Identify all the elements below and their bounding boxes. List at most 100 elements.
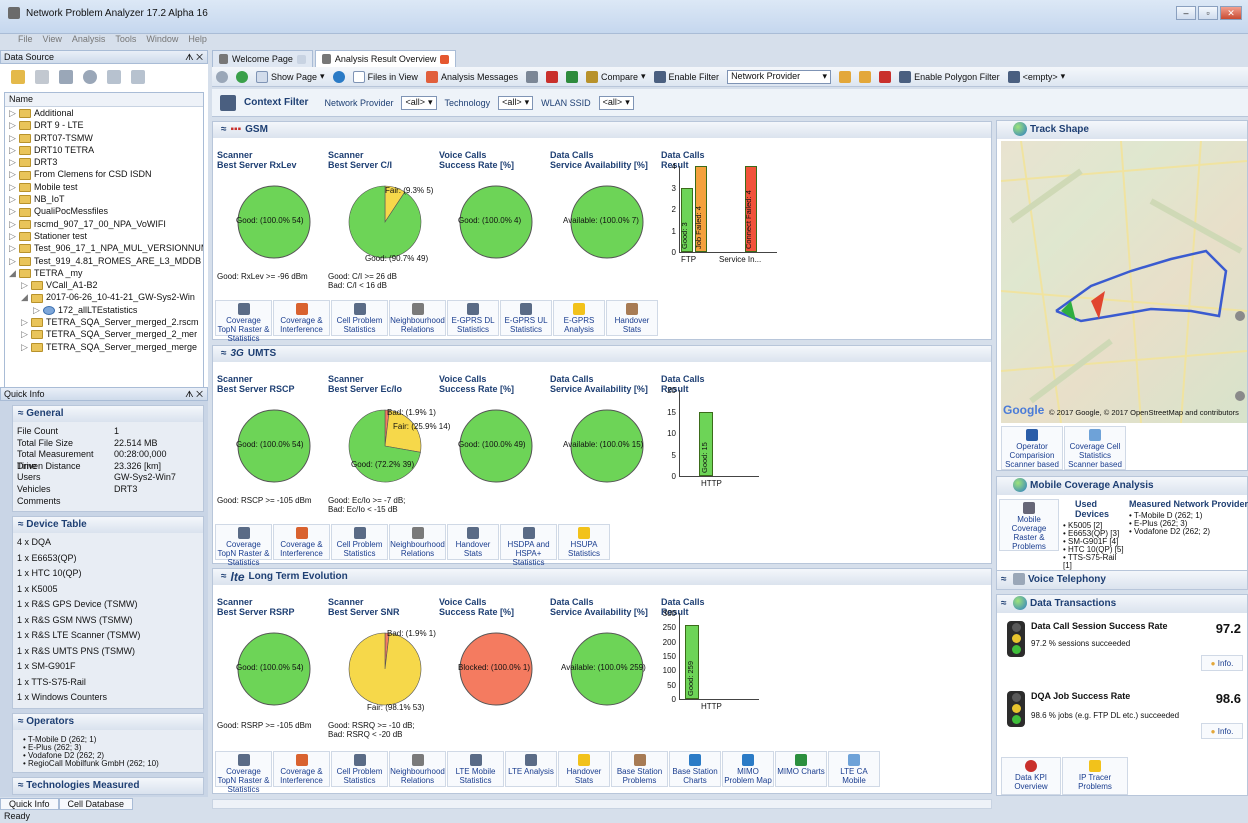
analysis-button[interactable]: Neighbourhood Relations [389, 751, 446, 787]
tab-welcome-page[interactable]: Welcome Page [212, 50, 313, 67]
analysis-button[interactable]: Cell Problem Statistics [331, 751, 388, 787]
analysis-button[interactable]: Base Station Charts [669, 751, 721, 787]
expand-arrow-icon[interactable]: ▷ [9, 119, 19, 131]
mobile-coverage-raster-button[interactable]: Mobile Coverage Raster & Problems [999, 499, 1059, 551]
tree-item[interactable]: ▷ QualiPocMessfiles [5, 205, 203, 217]
expand-arrow-icon[interactable]: ◢ [21, 291, 31, 303]
tree-item[interactable]: ▷ 172_allLTEstatistics [5, 304, 203, 316]
analysis-button[interactable]: Neighbourhood Relations [389, 524, 446, 560]
menu-view[interactable]: View [43, 34, 62, 48]
data-bar[interactable]: Good: 15 [699, 412, 713, 476]
expand-arrow-icon[interactable]: ▷ [21, 328, 31, 340]
device-table-header[interactable]: ≈ Device Table [13, 517, 203, 534]
menu-window[interactable]: Window [146, 34, 178, 48]
mobile-coverage-header[interactable]: Mobile Coverage Analysis [997, 477, 1247, 495]
pin-close-icon[interactable]: ᗑ ✕ [185, 388, 203, 400]
zoom-in-icon[interactable] [1235, 311, 1245, 321]
tree-item[interactable]: ◢ TETRA _my [5, 267, 203, 279]
polygon-dropdown[interactable]: <empty> ▾ [1007, 70, 1065, 83]
tab-cell-database[interactable]: Cell Database [58, 798, 134, 810]
collapse-icon[interactable]: ≈ [221, 569, 227, 585]
info-button-1[interactable]: ● Info. [1201, 655, 1243, 671]
technology-filter[interactable]: <all> ▾ [498, 95, 534, 110]
tab-analysis-result-overview[interactable]: Analysis Result Overview [314, 50, 457, 67]
expand-arrow-icon[interactable]: ▷ [9, 181, 19, 193]
close-button[interactable]: ✕ [1220, 6, 1242, 20]
excel-icon[interactable] [565, 70, 578, 83]
data-transactions-header[interactable]: ≈ Data Transactions [997, 595, 1247, 613]
tree-item[interactable]: ▷ Additional [5, 107, 203, 119]
technologies-header[interactable]: ≈ Technologies Measured [13, 777, 203, 794]
zoom-out-icon[interactable] [1235, 391, 1245, 401]
expand-arrow-icon[interactable]: ▷ [33, 304, 43, 316]
compare-button[interactable]: Compare ▾ [585, 70, 646, 83]
files-in-view-button[interactable]: Files in View [352, 70, 418, 83]
close-tab-icon[interactable] [440, 54, 450, 64]
analysis-button[interactable]: Coverage TopN Raster & Statistics [215, 524, 272, 567]
analysis-button[interactable]: Neighbourhood Relations [389, 300, 446, 336]
tree-item[interactable]: ▷ VCall_A1-B2 [5, 279, 203, 291]
expand-arrow-icon[interactable]: ◢ [9, 267, 19, 279]
show-page-button[interactable]: Show Page ▾ [256, 70, 325, 83]
search-icon[interactable] [107, 70, 121, 84]
track-map[interactable]: Google © 2017 Google, © 2017 OpenStreetM… [1001, 141, 1247, 423]
analysis-button[interactable]: Handover Stats [558, 751, 610, 787]
maximize-button[interactable]: ▫ [1198, 6, 1218, 20]
globe-icon[interactable] [332, 70, 345, 83]
expand-arrow-icon[interactable]: ▷ [9, 242, 19, 254]
pin-close-icon[interactable]: ᗑ ✕ [185, 51, 203, 63]
expand-arrow-icon[interactable]: ▷ [9, 107, 19, 119]
expand-icon[interactable]: ≈ [1001, 571, 1007, 589]
collapse-icon[interactable]: ≈ [221, 346, 227, 362]
analysis-button[interactable]: Coverage & Interference [273, 751, 330, 787]
expand-arrow-icon[interactable]: ▷ [21, 341, 31, 353]
analysis-button[interactable]: Base Station Problems [611, 751, 668, 787]
tree-item[interactable]: ▷ DRT3 [5, 156, 203, 168]
operator-comparison-button[interactable]: Operator Comparision Scanner based [1001, 426, 1063, 470]
data-bar[interactable]: Good: 3 [680, 188, 693, 252]
analysis-button[interactable]: E-GPRS UL Statistics [500, 300, 552, 336]
analysis-button[interactable]: LTE Analysis [505, 751, 557, 787]
analysis-button[interactable]: LTE CA Mobile [828, 751, 880, 787]
analysis-button[interactable]: Coverage TopN Raster & Statistics [215, 300, 272, 343]
analysis-button[interactable]: HSDPA and HSPA+ Statistics [500, 524, 557, 567]
expand-arrow-icon[interactable]: ▷ [21, 279, 31, 291]
tree-item[interactable]: ▷ Stationer test [5, 230, 203, 242]
collapse-icon[interactable]: ≈ [1001, 595, 1007, 613]
expand-arrow-icon[interactable]: ▷ [9, 168, 19, 180]
voice-telephony-header[interactable]: ≈ Voice Telephony [997, 571, 1247, 589]
expand-arrow-icon[interactable]: ▷ [9, 205, 19, 217]
pdf-icon[interactable] [545, 70, 558, 83]
collapse-icon[interactable]: ≈ [221, 122, 227, 138]
coverage-cell-statistics-button[interactable]: Coverage Cell Statistics Scanner based [1064, 426, 1126, 470]
analysis-button[interactable]: Cell Problem Statistics [331, 300, 388, 336]
menu-file[interactable]: File [18, 34, 33, 48]
enable-polygon-filter-button[interactable]: Enable Polygon Filter [899, 70, 1000, 83]
close-tab-icon[interactable] [296, 54, 306, 64]
expand-arrow-icon[interactable]: ▷ [9, 255, 19, 267]
expand-arrow-icon[interactable]: ▷ [9, 218, 19, 230]
minimize-button[interactable]: – [1176, 6, 1196, 20]
ip-tracer-problems-button[interactable]: IP Tracer Problems [1062, 757, 1128, 795]
tree-item[interactable]: ◢ 2017-06-26_10-41-21_GW-Sys2-Win [5, 291, 203, 303]
report-icon[interactable] [525, 70, 538, 83]
menu-help[interactable]: Help [188, 34, 207, 48]
filter-icon[interactable] [131, 70, 145, 84]
tree-item[interactable]: ▷ Test_919_4.81_ROMES_ARE_L3_MDDB [5, 255, 203, 267]
add-folder-icon[interactable] [11, 70, 25, 84]
analysis-button[interactable]: HSUPA Statistics [558, 524, 610, 560]
gsm-header[interactable]: ≈ ▪▪▪ GSM [213, 122, 991, 138]
lte-header[interactable]: ≈ lte Long Term Evolution [213, 569, 991, 585]
track-shape-header[interactable]: Track Shape [997, 121, 1247, 139]
forward-icon[interactable] [236, 70, 248, 83]
back-icon[interactable] [216, 70, 228, 83]
expand-arrow-icon[interactable]: ▷ [9, 193, 19, 205]
analysis-button[interactable]: LTE Mobile Statistics [447, 751, 504, 787]
menu-analysis[interactable]: Analysis [72, 34, 106, 48]
analysis-messages-button[interactable]: Analysis Messages [425, 70, 518, 83]
analysis-button[interactable]: Cell Problem Statistics [331, 524, 388, 560]
filter-add-icon[interactable] [859, 70, 872, 83]
expand-arrow-icon[interactable]: ▷ [9, 144, 19, 156]
tree-item[interactable]: ▷ rscmd_907_17_00_NPA_VoWIFI [5, 218, 203, 230]
analysis-button[interactable]: E-GPRS DL Statistics [447, 300, 499, 336]
